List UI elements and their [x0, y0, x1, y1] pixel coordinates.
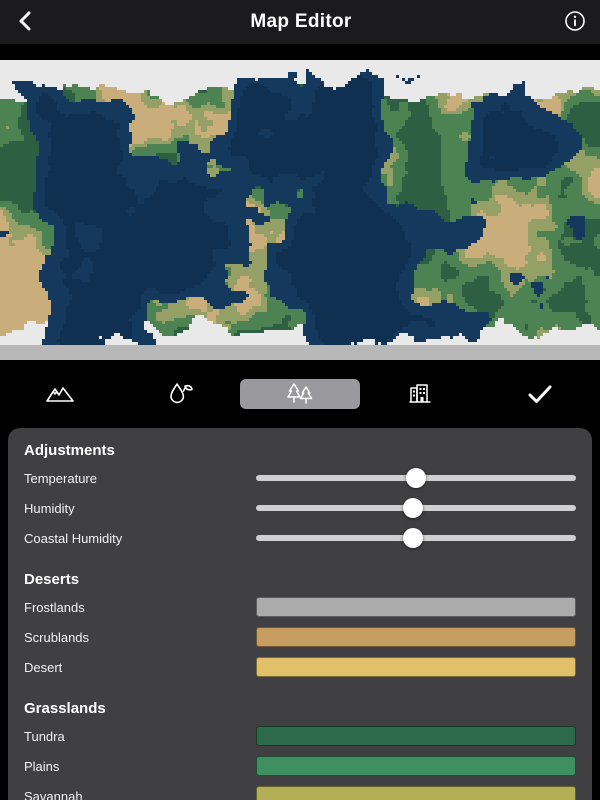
slider-row-humidity: Humidity [24, 493, 576, 523]
row-label: Tundra [24, 729, 65, 744]
buildings-icon [407, 381, 433, 407]
panel-sections: Adjustments Temperature Humidity Coastal Hu… [24, 442, 576, 800]
checkmark-icon [527, 383, 553, 405]
info-circle-icon [564, 10, 586, 35]
swatch-row-tundra: Tundra [24, 721, 576, 751]
row-label: Humidity [24, 501, 75, 516]
map-preview[interactable] [0, 60, 600, 360]
section-title: Grasslands [24, 700, 576, 717]
droplet-leaf-icon [166, 381, 194, 407]
row-label: Desert [24, 660, 62, 675]
page-title: Map Editor [250, 11, 351, 33]
slider-row-coastal-humidity: Coastal Humidity [24, 523, 576, 553]
section-title: Deserts [24, 571, 576, 588]
color-swatch-frostlands[interactable] [256, 597, 576, 617]
slider-thumb[interactable] [403, 498, 423, 518]
slider-row-temperature: Temperature [24, 463, 576, 493]
slider-coastal-humidity[interactable] [256, 526, 576, 550]
swatch-row-plains: Plains [24, 751, 576, 781]
section-grasslands: Grasslands Tundra Plains Savannah [24, 700, 576, 800]
back-button[interactable] [14, 9, 38, 36]
swatch-row-desert: Desert [24, 652, 576, 682]
color-swatch-tundra[interactable] [256, 726, 576, 746]
row-label: Savannah [24, 789, 83, 800]
row-label: Temperature [24, 471, 97, 486]
color-swatch-plains[interactable] [256, 756, 576, 776]
swatch-row-scrublands: Scrublands [24, 622, 576, 652]
row-label: Scrublands [24, 630, 89, 645]
editor-toolbar [0, 360, 600, 428]
tab-terrain[interactable] [0, 379, 120, 409]
row-label: Frostlands [24, 600, 85, 615]
section-adjustments: Adjustments Temperature Humidity Coastal Hu… [24, 442, 576, 553]
row-label: Plains [24, 759, 59, 774]
color-swatch-savannah[interactable] [256, 786, 576, 800]
settings-panel: Adjustments Temperature Humidity Coastal Hu… [8, 428, 592, 800]
slider-thumb[interactable] [403, 528, 423, 548]
mountains-icon [45, 382, 75, 406]
swatch-row-savannah: Savannah [24, 781, 576, 800]
world-map-canvas[interactable] [0, 60, 600, 360]
tab-cities[interactable] [360, 379, 480, 409]
slider-temperature[interactable] [256, 466, 576, 490]
info-button[interactable] [564, 10, 586, 35]
tab-climate[interactable] [120, 379, 240, 409]
swatch-row-frostlands: Frostlands [24, 592, 576, 622]
slider-humidity[interactable] [256, 496, 576, 520]
header: Map Editor [0, 0, 600, 44]
tab-biomes[interactable] [240, 379, 360, 409]
section-deserts: Deserts Frostlands Scrublands Desert [24, 571, 576, 682]
section-title: Adjustments [24, 442, 576, 459]
slider-thumb[interactable] [406, 468, 426, 488]
tab-done[interactable] [480, 379, 600, 409]
trees-icon [285, 381, 315, 407]
chevron-left-icon [14, 9, 38, 36]
row-label: Coastal Humidity [24, 531, 122, 546]
color-swatch-desert[interactable] [256, 657, 576, 677]
color-swatch-scrublands[interactable] [256, 627, 576, 647]
